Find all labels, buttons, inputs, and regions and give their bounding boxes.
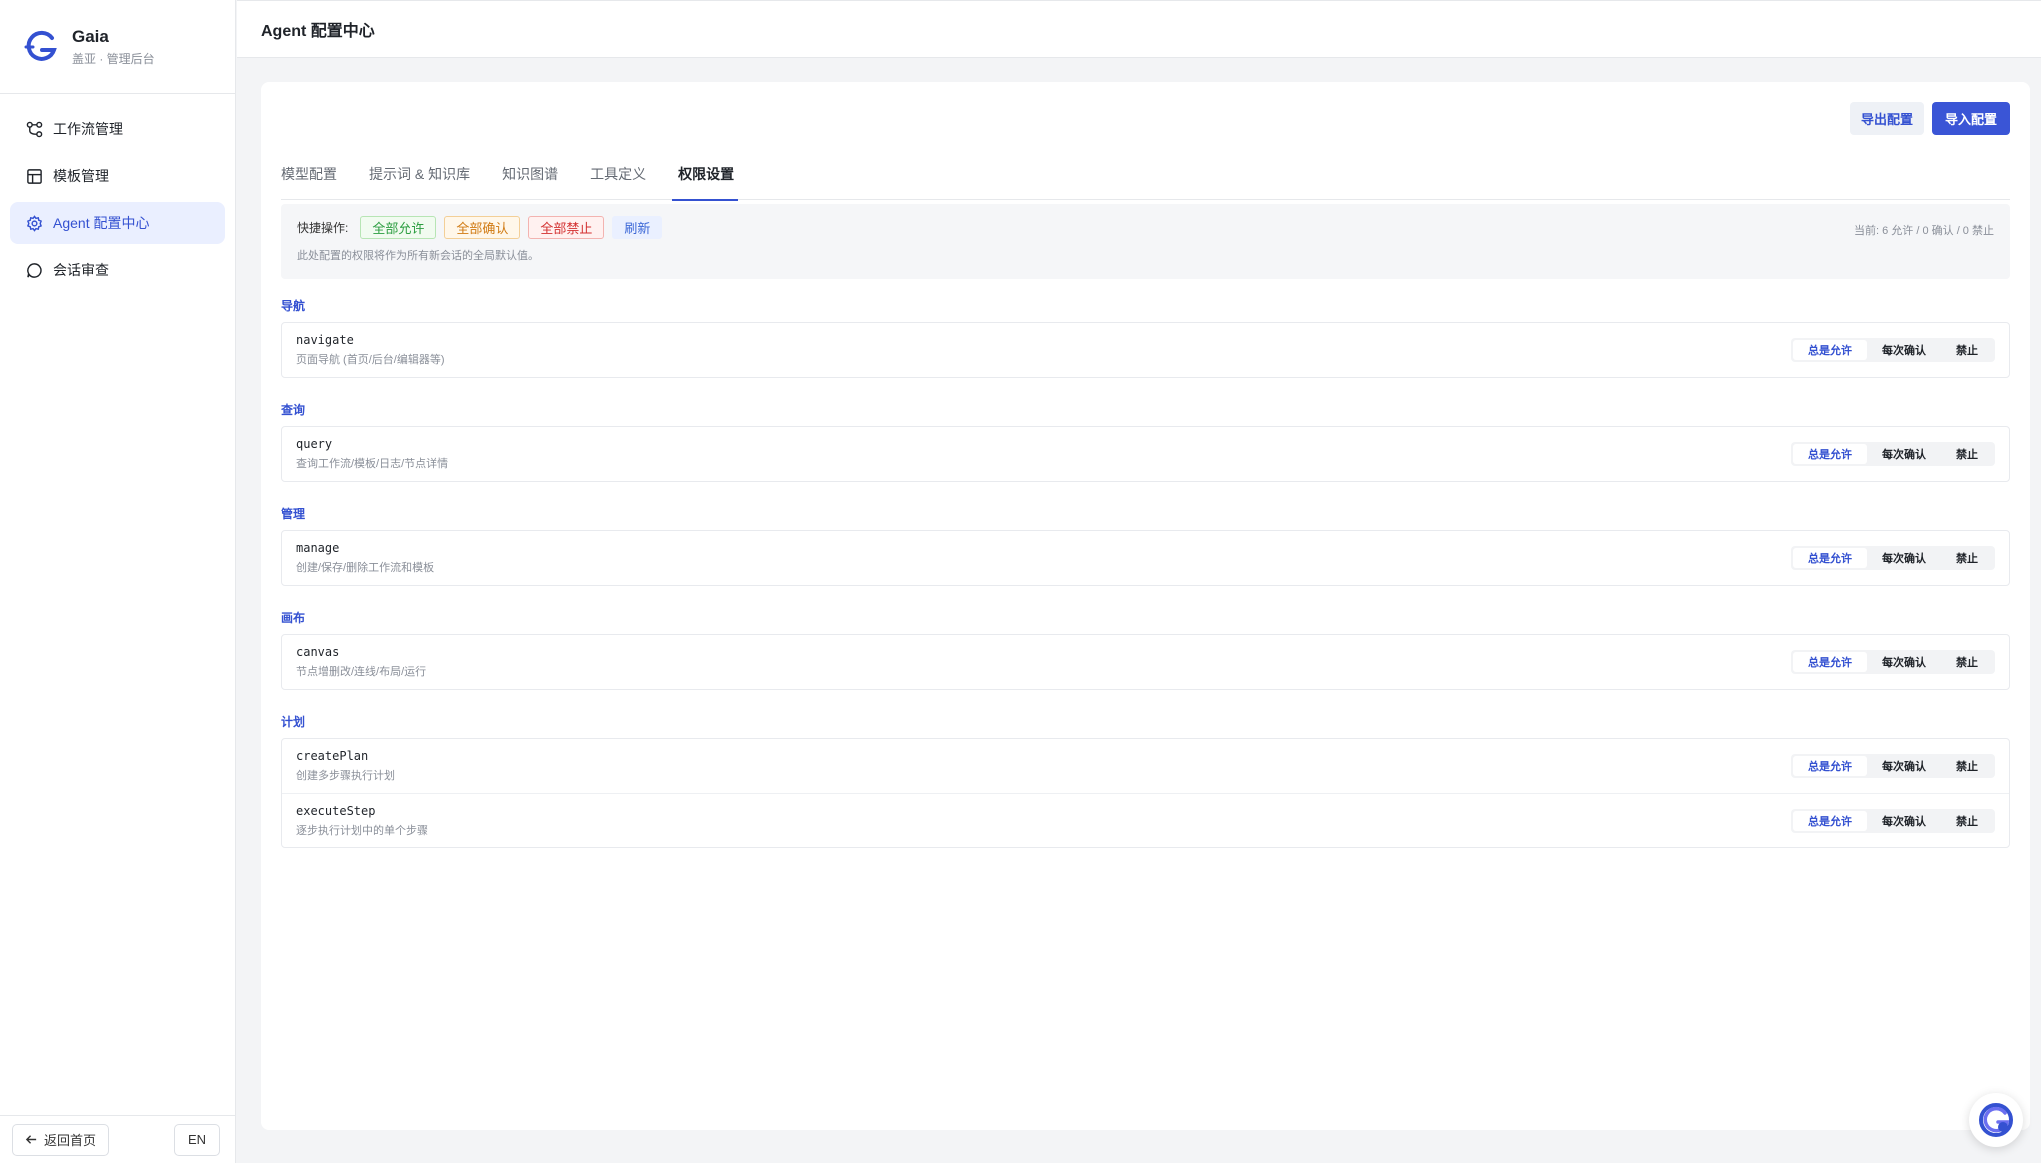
option-always-allow[interactable]: 总是允许 bbox=[1793, 548, 1867, 568]
sidebar-item-workflow[interactable]: 工作流管理 bbox=[10, 108, 225, 150]
brand: Gaia 盖亚 · 管理后台 bbox=[0, 0, 235, 94]
quick-actions-note: 此处配置的权限将作为所有新会话的全局默认值。 bbox=[297, 250, 539, 262]
permission-row-createplan: createPlan 创建多步骤执行计划 总是允许 每次确认 禁止 bbox=[282, 739, 2009, 793]
option-confirm-each[interactable]: 每次确认 bbox=[1867, 756, 1941, 776]
sidebar-item-label: Agent 配置中心 bbox=[53, 215, 150, 231]
permission-stats: 当前: 6 允许 / 0 确认 / 0 禁止 bbox=[1854, 225, 1994, 237]
option-always-allow[interactable]: 总是允许 bbox=[1793, 810, 1867, 831]
assistant-float-button[interactable] bbox=[1969, 1093, 2023, 1147]
sidebar: Gaia 盖亚 · 管理后台 工作流管理 模板管理 Agent 配置中心 会话审… bbox=[0, 0, 236, 1163]
gear-icon bbox=[26, 214, 43, 232]
arrow-left-icon bbox=[25, 1135, 37, 1144]
option-always-allow[interactable]: 总是允许 bbox=[1793, 444, 1867, 464]
option-confirm-each[interactable]: 每次确认 bbox=[1867, 652, 1941, 672]
permission-group-manage: manage 创建/保存/删除工作流和模板 总是允许 每次确认 禁止 bbox=[281, 530, 2010, 586]
gaia-logo-icon bbox=[24, 30, 57, 61]
brand-name: Gaia bbox=[72, 26, 109, 46]
permission-name: executeStep bbox=[296, 803, 376, 818]
option-deny[interactable]: 禁止 bbox=[1941, 340, 1993, 360]
permission-selector: 总是允许 每次确认 禁止 bbox=[1791, 650, 1995, 674]
option-always-allow[interactable]: 总是允许 bbox=[1793, 340, 1867, 360]
sidebar-item-label: 会话审查 bbox=[53, 262, 109, 278]
back-home-label: 返回首页 bbox=[44, 1133, 97, 1148]
permission-name: query bbox=[296, 437, 333, 451]
tab-tool-definitions[interactable]: 工具定义 bbox=[590, 160, 646, 200]
group-title-manage: 管理 bbox=[281, 507, 306, 521]
group-title-query: 查询 bbox=[281, 403, 306, 417]
tab-model-config[interactable]: 模型配置 bbox=[281, 160, 337, 200]
permission-desc: 逐步执行计划中的单个步骤 bbox=[296, 824, 428, 837]
option-confirm-each[interactable]: 每次确认 bbox=[1867, 811, 1941, 831]
option-deny[interactable]: 禁止 bbox=[1941, 652, 1993, 672]
sidebar-item-label: 工作流管理 bbox=[53, 121, 123, 137]
quick-actions-bar: 快捷操作: 全部允许 全部确认 全部禁止 刷新 此处配置的权限将作为所有新会话的… bbox=[281, 204, 2010, 279]
import-config-button[interactable]: 导入配置 bbox=[1931, 102, 2010, 135]
permission-selector: 总是允许 每次确认 禁止 bbox=[1791, 442, 1995, 466]
page-header: Agent 配置中心 bbox=[237, 0, 2041, 58]
sidebar-item-agent-config[interactable]: Agent 配置中心 bbox=[10, 202, 225, 244]
permission-row-query: query 查询工作流/模板/日志/节点详情 总是允许 每次确认 禁止 bbox=[282, 427, 2009, 481]
language-toggle-button[interactable]: EN bbox=[174, 1123, 220, 1156]
permission-desc: 创建多步骤执行计划 bbox=[296, 770, 395, 782]
permission-group-navigation: navigate 页面导航 (首页/后台/编辑器等) 总是允许 每次确认 禁止 bbox=[281, 322, 2010, 378]
group-title-canvas: 画布 bbox=[281, 611, 306, 625]
permission-group-plan: createPlan 创建多步骤执行计划 总是允许 每次确认 禁止 execut… bbox=[281, 738, 2010, 848]
sidebar-footer: 返回首页 EN bbox=[0, 1115, 236, 1163]
deny-all-button[interactable]: 全部禁止 bbox=[528, 216, 605, 239]
brand-subtitle: 盖亚 · 管理后台 bbox=[72, 51, 155, 66]
tab-knowledge-graph[interactable]: 知识图谱 bbox=[502, 160, 558, 200]
option-confirm-each[interactable]: 每次确认 bbox=[1867, 340, 1941, 360]
top-actions: 导出配置 导入配置 bbox=[1849, 102, 2010, 135]
permission-group-query: query 查询工作流/模板/日志/节点详情 总是允许 每次确认 禁止 bbox=[281, 426, 2010, 482]
option-confirm-each[interactable]: 每次确认 bbox=[1867, 548, 1941, 568]
confirm-all-button[interactable]: 全部确认 bbox=[444, 216, 521, 239]
refresh-button[interactable]: 刷新 bbox=[612, 216, 663, 239]
option-confirm-each[interactable]: 每次确认 bbox=[1867, 444, 1941, 464]
back-home-button[interactable]: 返回首页 bbox=[12, 1123, 110, 1156]
permission-name: createPlan bbox=[296, 749, 369, 763]
group-title-navigation: 导航 bbox=[281, 299, 306, 313]
export-config-button[interactable]: 导出配置 bbox=[1849, 102, 1924, 135]
template-icon bbox=[27, 168, 42, 184]
permission-desc: 节点增删改/连线/布局/运行 bbox=[296, 666, 427, 678]
permission-desc: 页面导航 (首页/后台/编辑器等) bbox=[296, 354, 445, 366]
permission-selector: 总是允许 每次确认 禁止 bbox=[1791, 754, 1995, 778]
page-title: Agent 配置中心 bbox=[261, 23, 375, 40]
tab-permissions[interactable]: 权限设置 bbox=[672, 160, 739, 201]
option-deny[interactable]: 禁止 bbox=[1941, 444, 1993, 464]
permission-desc: 创建/保存/删除工作流和模板 bbox=[296, 562, 435, 574]
option-always-allow[interactable]: 总是允许 bbox=[1793, 756, 1867, 776]
option-deny[interactable]: 禁止 bbox=[1941, 811, 1993, 831]
group-title-plan: 计划 bbox=[281, 715, 306, 729]
permission-name: navigate bbox=[296, 333, 354, 347]
option-always-allow[interactable]: 总是允许 bbox=[1793, 652, 1867, 672]
workflow-icon bbox=[26, 121, 43, 137]
sidebar-item-template[interactable]: 模板管理 bbox=[10, 155, 225, 197]
sidebar-item-label: 模板管理 bbox=[53, 168, 109, 184]
chat-icon bbox=[27, 262, 42, 278]
permission-row-navigate: navigate 页面导航 (首页/后台/编辑器等) 总是允许 每次确认 禁止 bbox=[282, 323, 2009, 377]
permission-row-executestep: executeStep 逐步执行计划中的单个步骤 总是允许 每次确认 禁止 bbox=[282, 793, 2009, 847]
permission-row-manage: manage 创建/保存/删除工作流和模板 总是允许 每次确认 禁止 bbox=[282, 531, 2009, 585]
option-deny[interactable]: 禁止 bbox=[1941, 548, 1993, 568]
config-card: 导出配置 导入配置 模型配置 提示词 & 知识库 知识图谱 工具定义 权限设置 … bbox=[261, 82, 2030, 1130]
sidebar-nav: 工作流管理 模板管理 Agent 配置中心 会话审查 bbox=[0, 94, 235, 310]
permission-name: canvas bbox=[296, 645, 340, 659]
option-deny[interactable]: 禁止 bbox=[1941, 756, 1993, 776]
tab-bar: 模型配置 提示词 & 知识库 知识图谱 工具定义 权限设置 bbox=[281, 160, 2010, 201]
permission-selector: 总是允许 每次确认 禁止 bbox=[1791, 338, 1995, 362]
allow-all-button[interactable]: 全部允许 bbox=[360, 216, 437, 239]
permission-selector: 总是允许 每次确认 禁止 bbox=[1791, 808, 1995, 833]
permission-name: manage bbox=[296, 541, 340, 555]
permission-selector: 总是允许 每次确认 禁止 bbox=[1791, 546, 1995, 570]
permission-group-canvas: canvas 节点增删改/连线/布局/运行 总是允许 每次确认 禁止 bbox=[281, 634, 2010, 690]
quick-actions-label: 快捷操作: bbox=[297, 221, 349, 235]
tab-prompt-knowledge[interactable]: 提示词 & 知识库 bbox=[369, 160, 470, 200]
permission-desc: 查询工作流/模板/日志/节点详情 bbox=[296, 458, 449, 470]
permission-row-canvas: canvas 节点增删改/连线/布局/运行 总是允许 每次确认 禁止 bbox=[282, 635, 2009, 689]
assistant-icon bbox=[1979, 1103, 2013, 1137]
sidebar-item-chat-review[interactable]: 会话审查 bbox=[10, 249, 225, 291]
